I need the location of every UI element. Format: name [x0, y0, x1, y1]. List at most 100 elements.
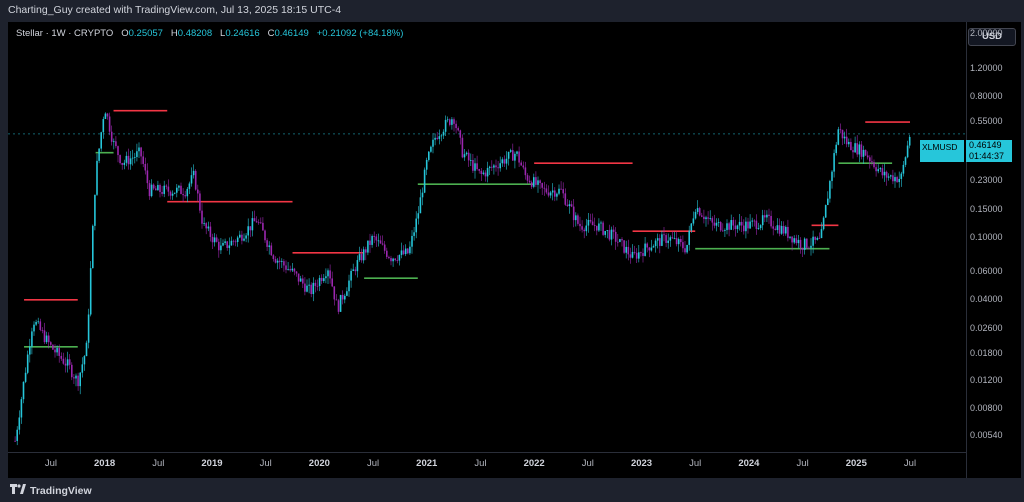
candle-body — [839, 129, 842, 131]
candle-body — [199, 193, 201, 211]
candle-body — [251, 218, 254, 231]
candle-body — [140, 147, 142, 157]
price-tick-label: 1.20000 — [970, 63, 1003, 74]
header-attribution: Charting_Guy created with TradingView.co… — [8, 4, 342, 16]
candle-body — [176, 187, 178, 193]
tradingview-brand[interactable]: TradingView — [10, 484, 92, 497]
candle-body — [110, 131, 113, 142]
candle-body — [358, 254, 361, 261]
candle-body — [329, 270, 331, 279]
candlestick-plot[interactable] — [8, 22, 966, 452]
legend-close: 0.46149 — [274, 28, 309, 39]
candle-body — [136, 151, 138, 157]
candle-body — [707, 217, 709, 219]
candle-body — [789, 236, 791, 238]
candle-body — [390, 258, 392, 262]
price-tick-label: 0.15000 — [970, 204, 1003, 215]
candle-body — [478, 169, 481, 171]
candle-body — [549, 192, 552, 196]
candle-body — [302, 278, 304, 284]
candle-body — [425, 159, 428, 170]
candle-body — [881, 168, 884, 176]
candle-body — [509, 150, 512, 152]
candle-body — [402, 250, 405, 255]
candle-body — [14, 440, 16, 442]
candle-body — [583, 229, 586, 232]
candle-body — [344, 295, 346, 300]
candle-body — [108, 116, 111, 132]
candle-body — [438, 136, 441, 139]
candle-body — [785, 226, 787, 234]
candle-body — [845, 136, 848, 145]
candle-body — [701, 215, 703, 217]
candle-body — [799, 239, 802, 248]
candle-body — [312, 282, 315, 295]
candle-body — [869, 157, 871, 162]
time-tick-label: Jul — [796, 458, 809, 469]
time-tick-label: 2025 — [845, 458, 867, 469]
candle-body — [104, 113, 107, 120]
candle-body — [190, 175, 193, 184]
candle-body — [262, 222, 264, 231]
candle-body — [545, 188, 548, 193]
candle-body — [325, 276, 327, 279]
candle-body — [470, 159, 472, 161]
candle-body — [486, 168, 489, 177]
candle-body — [514, 153, 516, 161]
candle-body — [831, 171, 833, 182]
candle-body — [579, 223, 581, 227]
candle-body — [285, 265, 287, 270]
candle-body — [291, 268, 294, 271]
candle-body — [232, 240, 235, 242]
candle-body — [245, 235, 247, 239]
header-bar: Charting_Guy created with TradingView.co… — [0, 0, 1024, 22]
candle-body — [274, 258, 277, 263]
candle-body — [465, 152, 468, 155]
candle-body — [346, 291, 348, 296]
candle-body — [894, 177, 896, 182]
candle-body — [398, 254, 401, 261]
candle-body — [226, 241, 229, 248]
candle-body — [892, 175, 894, 182]
candle-body — [442, 131, 445, 136]
candle-body — [908, 136, 911, 146]
candle-body — [673, 238, 676, 239]
candle-body — [419, 197, 422, 214]
candle-body — [377, 240, 380, 242]
candle-body — [444, 119, 447, 132]
candle-body — [787, 226, 789, 238]
candle-body — [791, 236, 793, 243]
candle-body — [188, 183, 191, 189]
legend-open-label: O — [121, 28, 129, 39]
candle-body — [850, 141, 852, 151]
candle-body — [150, 184, 153, 197]
candle-body — [751, 220, 754, 222]
legend-high: 0.48208 — [177, 28, 213, 39]
candle-body — [814, 236, 817, 240]
candle-body — [512, 150, 514, 161]
candle-body — [81, 364, 84, 373]
candle-body — [740, 221, 743, 226]
candle-body — [184, 195, 187, 197]
candle-body — [165, 185, 168, 187]
candle-body — [730, 220, 733, 230]
price-tick-label: 0.55000 — [970, 116, 1003, 127]
candle-body — [169, 191, 172, 196]
candle-body — [54, 349, 56, 353]
candle-body — [16, 429, 19, 441]
candle-body — [551, 190, 554, 193]
candle-body — [423, 169, 426, 193]
candle-body — [173, 192, 176, 194]
candle-body — [60, 355, 63, 359]
candle-body — [26, 354, 29, 373]
candle-body — [736, 225, 739, 230]
candle-body — [411, 235, 413, 247]
candle-body — [722, 230, 724, 232]
candle-body — [178, 185, 180, 188]
candle-body — [860, 144, 863, 157]
candle-body — [243, 238, 245, 241]
candle-body — [491, 166, 493, 168]
candle-body — [383, 244, 386, 251]
candle-body — [715, 222, 718, 226]
candle-body — [192, 170, 195, 176]
